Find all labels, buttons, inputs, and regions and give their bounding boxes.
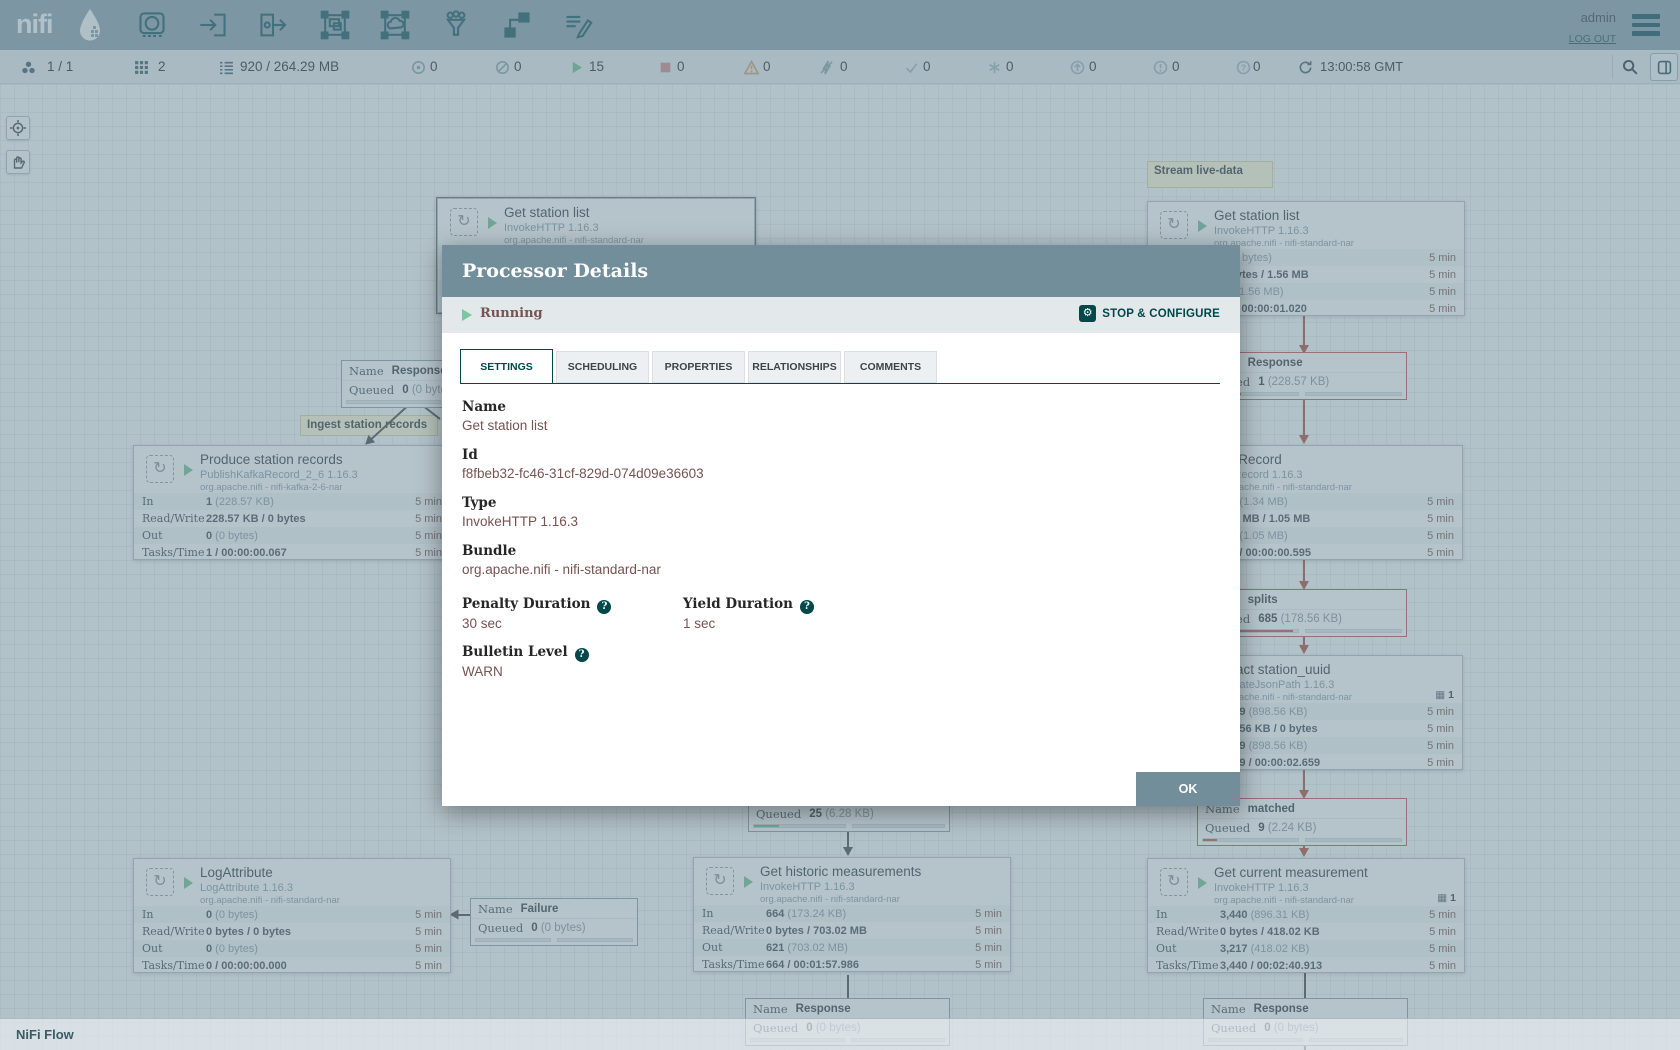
tab-settings[interactable]: SETTINGS xyxy=(460,349,553,383)
tab-relationships[interactable]: RELATIONSHIPS xyxy=(748,351,841,383)
tab-underline xyxy=(460,383,1220,384)
help-icon[interactable]: ? xyxy=(597,600,611,614)
field-type: Type InvokeHTTP 1.16.3 xyxy=(462,495,1220,530)
dialog-title: Processor Details xyxy=(462,260,648,282)
ok-button[interactable]: OK xyxy=(1136,772,1240,806)
help-icon[interactable]: ? xyxy=(575,648,589,662)
field-bulletin-level: Bulletin Level? WARN xyxy=(462,644,1220,680)
tab-properties[interactable]: PROPERTIES xyxy=(652,351,745,383)
field-yield-duration: Yield Duration? 1 sec xyxy=(683,596,814,632)
field-id: Id f8fbeb32-fc46-31cf-829d-074d09e36603 xyxy=(462,447,1220,482)
tab-scheduling[interactable]: SCHEDULING xyxy=(556,351,649,383)
help-icon[interactable]: ? xyxy=(800,600,814,614)
dialog-header: Processor Details xyxy=(442,245,1240,297)
running-icon xyxy=(462,309,472,321)
breadcrumb-bar: NiFi Flow xyxy=(0,1018,1680,1050)
nifi-app: nifi admin LOG OUT 1 / 12920 / 264.29 MB… xyxy=(0,0,1680,1050)
field-bundle: Bundle org.apache.nifi - nifi-standard-n… xyxy=(462,543,1220,578)
field-penalty-duration: Penalty Duration? 30 sec xyxy=(462,596,683,632)
stop-and-configure-button[interactable]: ⚙ STOP & CONFIGURE xyxy=(1079,305,1220,322)
dialog-status-bar: Running ⚙ STOP & CONFIGURE xyxy=(442,297,1240,333)
breadcrumb[interactable]: NiFi Flow xyxy=(16,1027,74,1042)
dialog-tabs: SETTINGSSCHEDULINGPROPERTIESRELATIONSHIP… xyxy=(460,349,940,383)
run-status-label: Running xyxy=(480,306,543,321)
processor-details-dialog: Processor Details Running ⚙ STOP & CONFI… xyxy=(442,245,1240,806)
tab-comments[interactable]: COMMENTS xyxy=(844,351,937,383)
dialog-body: SETTINGSSCHEDULINGPROPERTIESRELATIONSHIP… xyxy=(442,333,1240,806)
gear-icon: ⚙ xyxy=(1079,305,1096,322)
field-name: Name Get station list xyxy=(462,399,1220,434)
